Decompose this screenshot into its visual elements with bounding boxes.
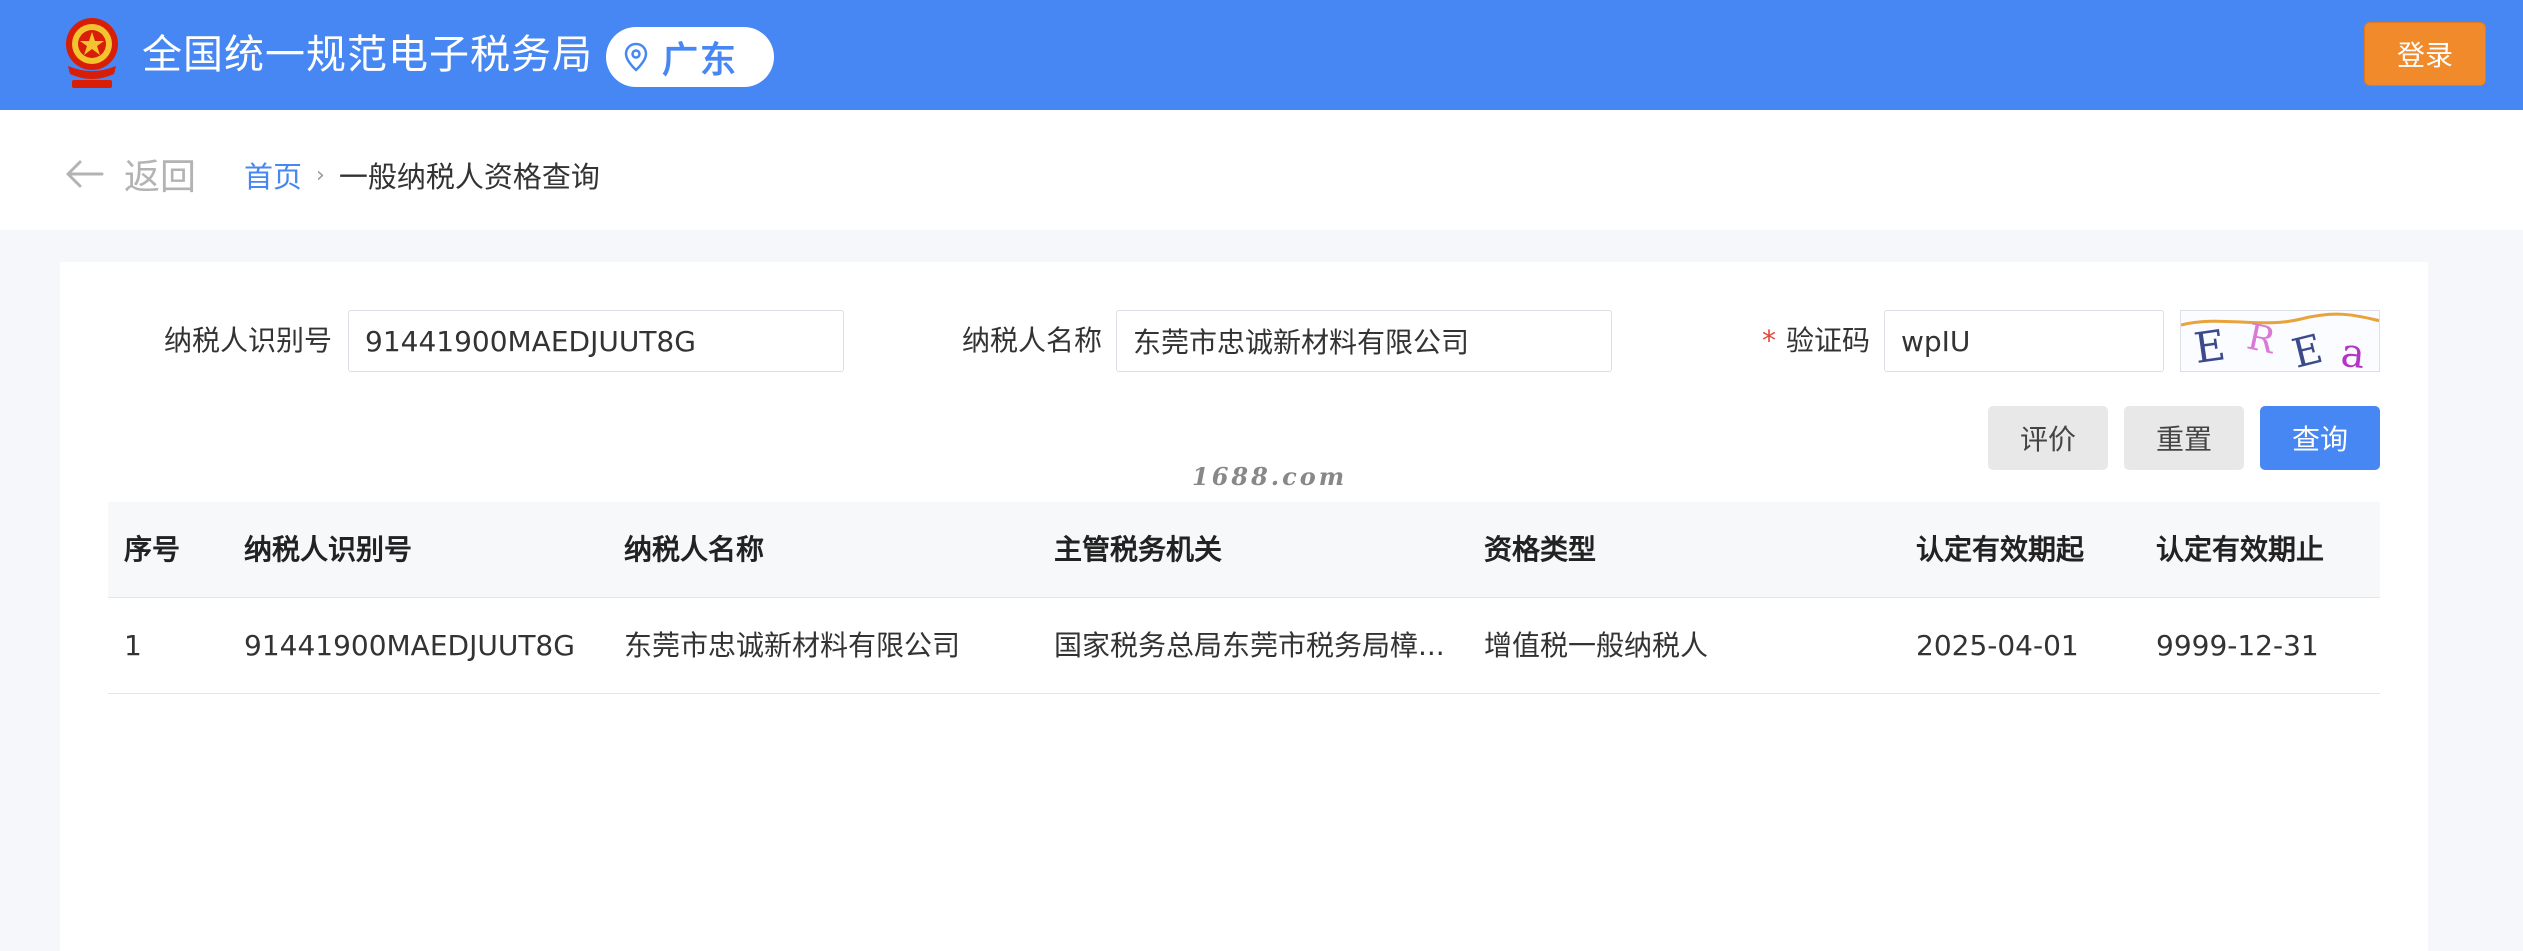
breadcrumb: 首页 › 一般纳税人资格查询 (244, 154, 600, 196)
table-cell-taxpayer-name: 东莞市忠诚新材料有限公司 (624, 629, 961, 662)
taxpayer-id-label: 纳税人识别号 (163, 324, 332, 357)
national-emblem-icon (66, 18, 118, 88)
svg-text:a: a (2339, 330, 2368, 372)
login-button[interactable]: 登录 (2364, 22, 2486, 86)
back-label: 返回 (124, 157, 197, 198)
table-cell-valid-from: 2025-04-01 (1916, 629, 2079, 662)
column-header: 主管税务机关 (1054, 533, 1223, 566)
captcha-image[interactable]: E R E a (2180, 310, 2380, 372)
column-header: 纳税人名称 (624, 533, 765, 566)
taxpayer-name-label: 纳税人名称 (961, 324, 1102, 357)
svg-text:E: E (2288, 326, 2327, 372)
chevron-right-icon: › (316, 162, 325, 188)
back-button[interactable]: 返回 (64, 148, 196, 200)
column-header: 认定有效期止 (2156, 533, 2325, 566)
region-name: 广东 (662, 40, 739, 81)
captcha-label: * 验证码 (1660, 310, 1870, 372)
reset-button[interactable]: 重置 (2124, 406, 2244, 470)
column-header: 资格类型 (1484, 533, 1597, 566)
table-cell-index: 1 (124, 629, 142, 662)
breadcrumb-current: 一般纳税人资格查询 (338, 160, 600, 194)
column-header: 序号 (124, 533, 181, 566)
table-header: 序号 纳税人识别号 纳税人名称 主管税务机关 资格类型 认定有效期起 认定有效期… (108, 502, 2380, 598)
taxpayer-id-input[interactable] (348, 310, 844, 372)
watermark: 1688.com (1192, 462, 1348, 491)
rate-button[interactable]: 评价 (1988, 406, 2108, 470)
required-mark: * (1761, 324, 1776, 357)
taxpayer-name-input[interactable] (1116, 310, 1612, 372)
svg-text:E: E (2191, 320, 2228, 372)
site-title: 全国统一规范电子税务局 (142, 32, 593, 78)
column-header: 认定有效期起 (1916, 533, 2085, 566)
table-row[interactable]: 1 91441900MAEDJUUT8G 东莞市忠诚新材料有限公司 国家税务总局… (108, 598, 2380, 694)
breadcrumb-home-link[interactable]: 首页 (244, 154, 302, 196)
breadcrumb-bar: 返回 首页 › 一般纳税人资格查询 (0, 110, 2523, 230)
table-cell-qualification-type: 增值税一般纳税人 (1484, 629, 1709, 662)
table-cell-valid-to: 9999-12-31 (2156, 629, 2319, 662)
captcha-image-art: E R E a (2181, 312, 2379, 372)
arrow-left-icon (66, 160, 104, 188)
query-button[interactable]: 查询 (2260, 406, 2380, 470)
table-cell-tax-authority: 国家税务总局东莞市税务局樟... (1054, 629, 1445, 662)
table-cell-taxpayer-id: 91441900MAEDJUUT8G (244, 629, 575, 662)
captcha-label-text: 验证码 (1785, 324, 1870, 357)
captcha-input[interactable] (1884, 310, 2164, 372)
column-header: 纳税人识别号 (244, 533, 413, 566)
top-header: 全国统一规范电子税务局 广东 登录 (0, 0, 2523, 110)
location-pin-icon (624, 42, 648, 72)
region-selector[interactable]: 广东 (606, 27, 774, 87)
